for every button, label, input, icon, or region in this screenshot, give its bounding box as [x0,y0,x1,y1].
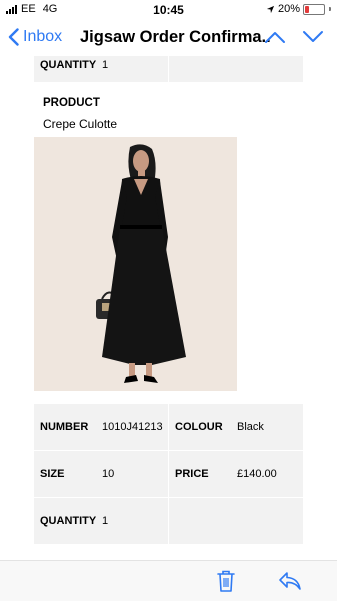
number-label: NUMBER [40,421,89,433]
back-label: Inbox [23,28,63,45]
email-subject: Jigsaw Order Confirma... [80,28,270,46]
trash-icon[interactable] [216,569,236,593]
quantity-label: QUANTITY [40,515,97,527]
quantity-label: QUANTITY [40,59,97,71]
product-image[interactable] [34,137,237,391]
status-right: 20% [266,3,331,15]
colour-label: COLOUR [175,421,223,433]
product-heading: PRODUCT [43,97,100,109]
battery-icon [303,3,325,15]
price-value: £140.00 [237,468,277,480]
size-label: SIZE [40,468,65,480]
table-row: SIZE 10 PRICE £140.00 [34,451,303,498]
status-bar: EE 4G 10:45 20% [0,0,337,20]
table-row: QUANTITY 1 [34,56,303,83]
model-photo [34,137,237,391]
colour-value: Black [237,421,264,433]
product-name: Crepe Culotte [43,117,118,131]
email-body[interactable]: QUANTITY 1 PRODUCT Crepe Culotte NUMBER … [0,56,337,560]
mail-nav-bar: Inbox Jigsaw Order Confirma... [0,20,337,56]
table-row: NUMBER 1010J41213 COLOUR Black [34,404,303,451]
table-row: QUANTITY 1 [34,498,303,544]
reply-icon[interactable] [278,571,302,591]
product-details-table: NUMBER 1010J41213 COLOUR Black SIZE 10 P… [34,404,303,544]
quantity-value: 1 [102,515,109,527]
quantity-value: 1 [102,59,109,71]
size-value: 10 [102,468,115,480]
location-icon [266,5,275,13]
next-message-button[interactable] [302,30,324,44]
bottom-toolbar [0,560,337,601]
price-label: PRICE [175,468,209,480]
number-value: 1010J41213 [102,421,163,433]
chevron-left-icon [8,28,19,46]
battery-percent: 20% [277,3,300,15]
previous-message-button[interactable] [264,30,286,44]
back-to-inbox-button[interactable]: Inbox [8,28,62,46]
previous-item-table: QUANTITY 1 [34,56,303,83]
